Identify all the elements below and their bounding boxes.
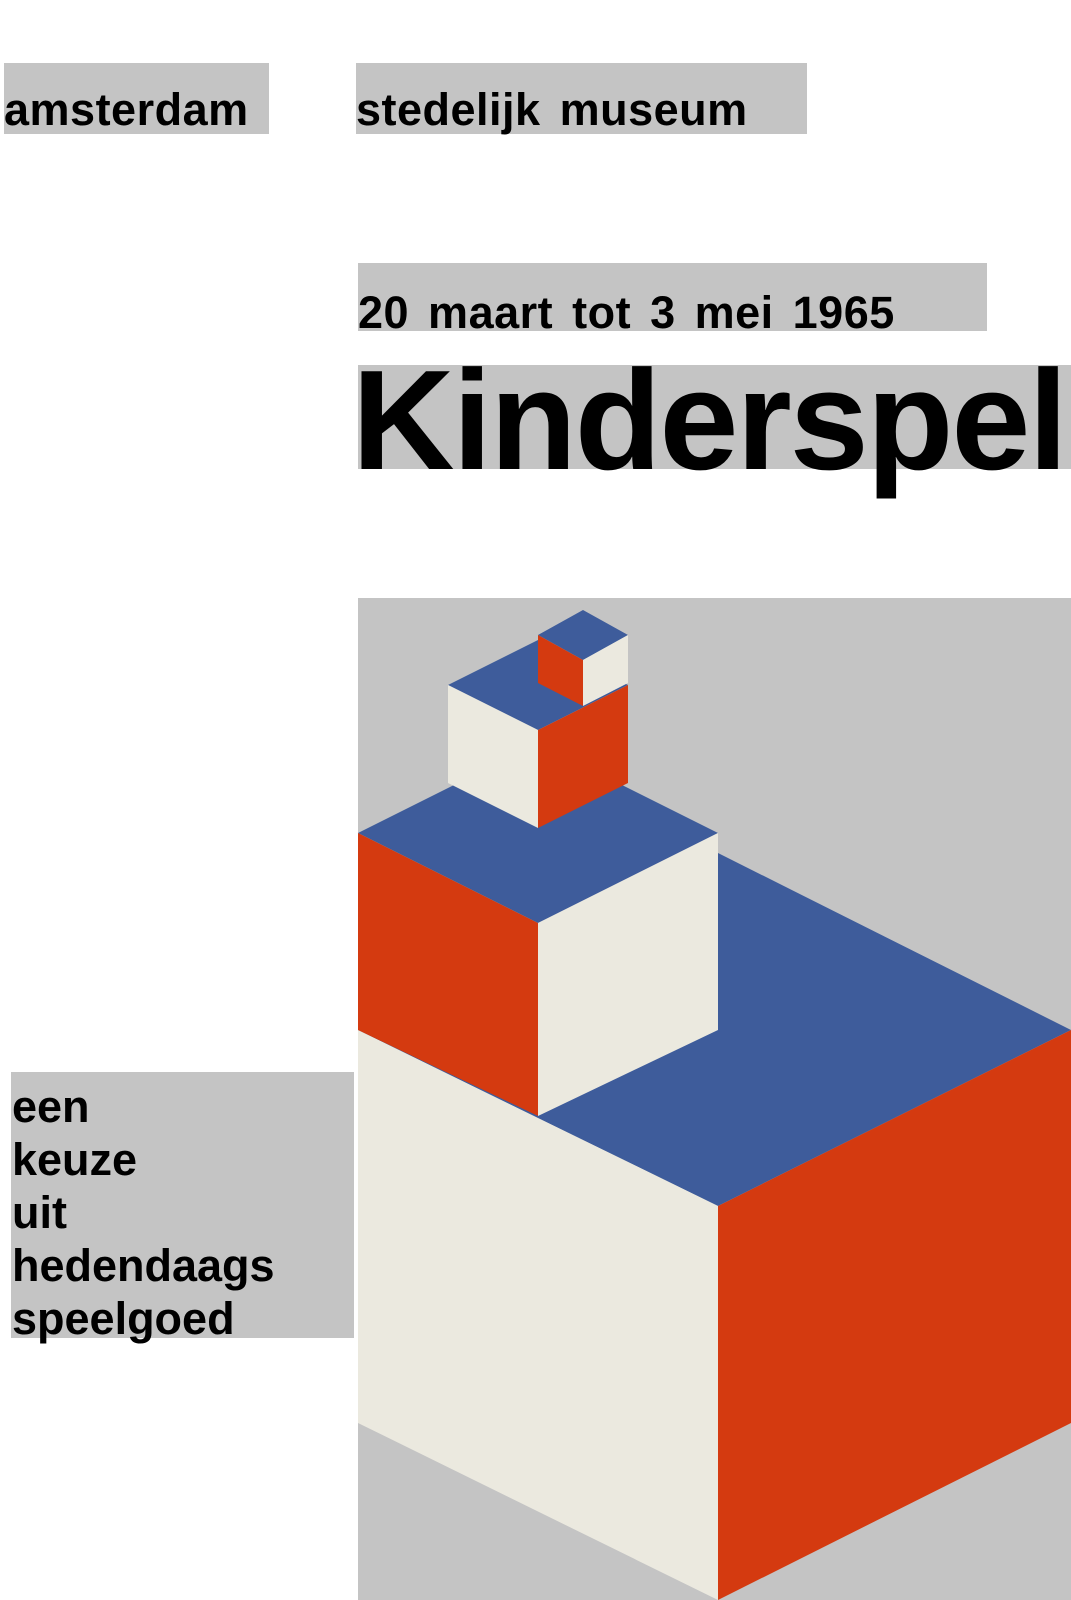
subtitle-line: keuze	[12, 1134, 138, 1185]
date-range-label: 20 maart tot 3 mei 1965	[358, 263, 987, 335]
subtitle-line: een	[12, 1081, 90, 1132]
poster-title: Kinderspel	[352, 341, 1068, 500]
date-range-text: 20 maart tot 3 mei 1965	[358, 287, 895, 338]
subtitle-line: speelgoed	[12, 1293, 235, 1344]
venue-text: stedelijk museum	[356, 84, 748, 135]
venue-label: stedelijk museum	[356, 63, 807, 134]
subtitle-line: hedendaags	[12, 1240, 275, 1291]
city-text: amsterdam	[4, 84, 249, 135]
subtitle: een keuze uit hedendaags speelgoed	[12, 1080, 275, 1345]
city-label: amsterdam	[4, 63, 269, 134]
isometric-stacked-blocks-illustration	[358, 598, 1071, 1600]
subtitle-line: uit	[12, 1187, 67, 1238]
